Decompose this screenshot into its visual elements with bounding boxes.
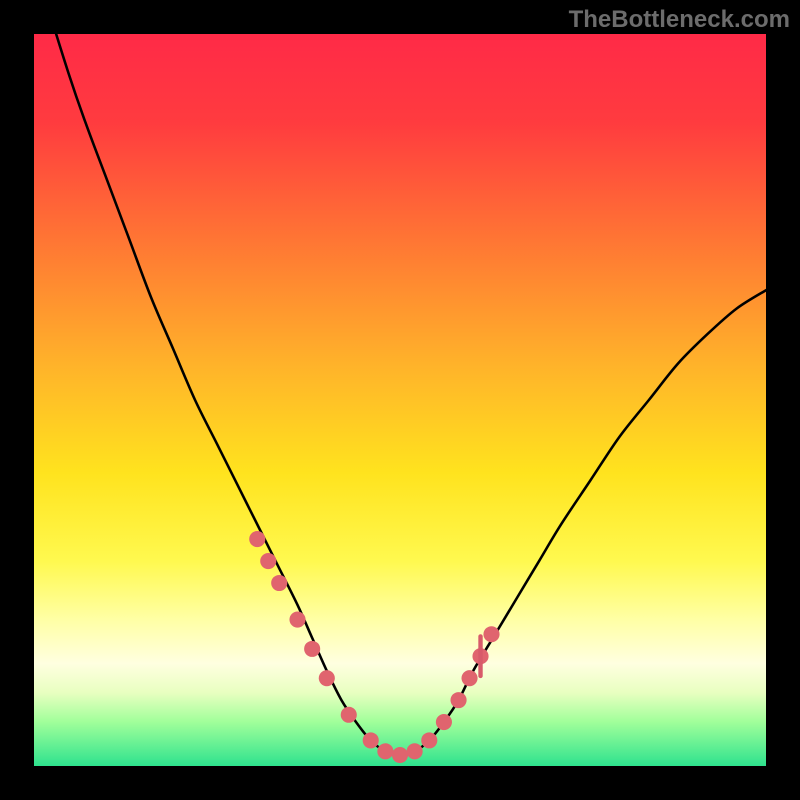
bottleneck-curve bbox=[34, 34, 766, 755]
highlight-dot bbox=[421, 732, 437, 748]
chart-frame: TheBottleneck.com bbox=[0, 0, 800, 800]
highlight-dot bbox=[407, 743, 423, 759]
vertical-tick bbox=[478, 634, 482, 678]
highlight-dot bbox=[319, 670, 335, 686]
chart-svg bbox=[34, 34, 766, 766]
highlight-dot bbox=[260, 553, 276, 569]
highlight-dot bbox=[289, 612, 305, 628]
highlight-dot bbox=[451, 692, 467, 708]
watermark-text: TheBottleneck.com bbox=[569, 6, 790, 34]
highlight-dot bbox=[363, 732, 379, 748]
highlight-dot bbox=[341, 707, 357, 723]
highlight-dot bbox=[377, 743, 393, 759]
highlight-dot bbox=[483, 626, 499, 642]
plot-area bbox=[34, 34, 766, 766]
highlight-dot bbox=[304, 641, 320, 657]
highlight-dot bbox=[249, 531, 265, 547]
highlight-dot bbox=[461, 670, 477, 686]
highlight-dot bbox=[392, 747, 408, 763]
highlight-dot bbox=[436, 714, 452, 730]
highlight-dot bbox=[271, 575, 287, 591]
highlight-dots bbox=[249, 531, 499, 763]
